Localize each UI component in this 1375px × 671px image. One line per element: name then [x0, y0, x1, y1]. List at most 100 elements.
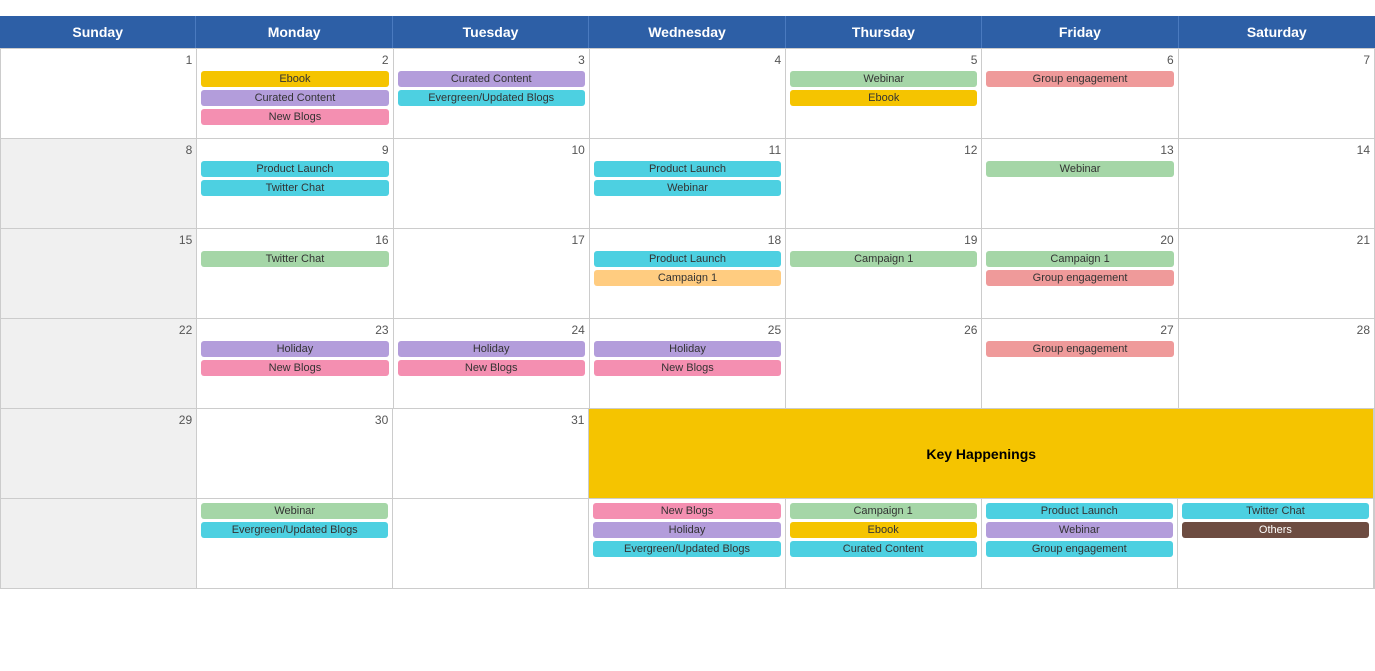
event: Group engagement	[986, 270, 1173, 286]
date-number: 17	[398, 233, 585, 247]
date-number: 13	[986, 143, 1173, 157]
date-number: 14	[1183, 143, 1370, 157]
event: Campaign 1	[986, 251, 1173, 267]
date-number: 19	[790, 233, 977, 247]
cal-cell-w4d4-content: Campaign 1 Ebook Curated Content	[786, 499, 982, 589]
event: New Blogs	[398, 360, 585, 376]
date-number: 4	[594, 53, 781, 67]
date-number: 12	[790, 143, 977, 157]
date-number: 15	[5, 233, 192, 247]
cal-cell-w0d3: 4	[590, 49, 786, 139]
cal-cell-w1d2: 10	[394, 139, 590, 229]
cal-cell-w1d4: 12	[786, 139, 982, 229]
cal-cell-w4d6-content: Twitter Chat Others	[1178, 499, 1374, 589]
day-headers: SundayMondayTuesdayWednesdayThursdayFrid…	[0, 16, 1375, 48]
event: Twitter Chat	[201, 251, 388, 267]
event: Campaign 1	[594, 270, 781, 286]
event: Holiday	[201, 341, 388, 357]
date-number: 5	[790, 53, 977, 67]
cal-cell-w1d6: 14	[1179, 139, 1375, 229]
cal-cell-w2d4: 19 Campaign 1	[786, 229, 982, 319]
event: Ebook	[201, 71, 388, 87]
event-product-launch: Product Launch	[986, 503, 1173, 519]
cal-cell-w2d5: 20Campaign 1Group engagement	[982, 229, 1178, 319]
date-number: 10	[398, 143, 585, 157]
cal-cell-w2d6: 21	[1179, 229, 1375, 319]
event-group-engagement: Group engagement	[986, 541, 1173, 557]
cal-cell-w4d1: 30	[197, 409, 393, 499]
cal-cell-w0d0: 1	[1, 49, 197, 139]
day-header-wednesday: Wednesday	[589, 16, 785, 48]
event-curated: Curated Content	[790, 541, 977, 557]
event-evergreen-updated: Evergreen/Updated Blogs	[593, 541, 780, 557]
event: Campaign 1	[790, 251, 977, 267]
date-number: 22	[5, 323, 192, 337]
cal-cell-w2d0: 15	[1, 229, 197, 319]
date-number: 29	[5, 413, 192, 427]
cal-cell-w4d3-content: New Blogs Holiday Evergreen/Updated Blog…	[589, 499, 785, 589]
date-number: 27	[986, 323, 1173, 337]
event: Product Launch	[201, 161, 388, 177]
cal-cell-w4d5-content: Product Launch Webinar Group engagement	[982, 499, 1178, 589]
event-ebook: Ebook	[790, 522, 977, 538]
event: Holiday	[594, 341, 781, 357]
event: Holiday	[398, 341, 585, 357]
date-number: 1	[5, 53, 192, 67]
cal-cell-w2d1: 16 Twitter Chat	[197, 229, 393, 319]
cal-cell-w3d5: 27 Group engagement	[982, 319, 1178, 409]
event: Curated Content	[398, 71, 585, 87]
cal-cell-w1d3: 11Product LaunchWebinar	[590, 139, 786, 229]
event: Webinar	[986, 161, 1173, 177]
day-header-monday: Monday	[196, 16, 392, 48]
event-campaign1: Campaign 1	[790, 503, 977, 519]
day-header-friday: Friday	[982, 16, 1178, 48]
event: Webinar	[594, 180, 781, 196]
cal-cell-w4d0: 29	[1, 409, 197, 499]
cal-cell-w4d2: 31	[393, 409, 589, 499]
week5-content-row: Webinar Evergreen/Updated Blogs New Blog…	[1, 499, 1374, 589]
event: New Blogs	[594, 360, 781, 376]
event: Curated Content	[201, 90, 388, 106]
event: Ebook	[790, 90, 977, 106]
cal-cell-w2d2: 17	[394, 229, 590, 319]
day-header-thursday: Thursday	[786, 16, 982, 48]
page-title	[0, 0, 1375, 16]
date-number: 7	[1183, 53, 1370, 67]
event: New Blogs	[201, 109, 388, 125]
date-number: 28	[1183, 323, 1370, 337]
cal-cell-w2d3: 18Product LaunchCampaign 1	[590, 229, 786, 319]
event: Evergreen/Updated Blogs	[398, 90, 585, 106]
date-number: 2	[201, 53, 388, 67]
date-number: 3	[398, 53, 585, 67]
cal-cell-w0d5: 6Group engagement	[982, 49, 1178, 139]
date-number: 16	[201, 233, 388, 247]
day-header-saturday: Saturday	[1179, 16, 1375, 48]
cal-cell-w0d2: 3 Curated Content Evergreen/Updated Blogs	[394, 49, 590, 139]
cal-cell-w4d2-content	[393, 499, 589, 589]
event: Group engagement	[986, 341, 1173, 357]
calendar: SundayMondayTuesdayWednesdayThursdayFrid…	[0, 16, 1375, 589]
cal-cell-w4d0-content	[1, 499, 197, 589]
key-happenings-label: Key Happenings	[589, 409, 1374, 499]
day-header-tuesday: Tuesday	[393, 16, 589, 48]
cal-cell-w1d0: 8	[1, 139, 197, 229]
date-number: 25	[594, 323, 781, 337]
cal-cell-w1d5: 13 Webinar	[982, 139, 1178, 229]
event-webinar2: Webinar	[986, 522, 1173, 538]
event: Twitter Chat	[201, 180, 388, 196]
cal-cell-w0d6: 7	[1179, 49, 1375, 139]
date-number: 24	[398, 323, 585, 337]
date-number: 6	[986, 53, 1173, 67]
cal-cell-w4d1-content: Webinar Evergreen/Updated Blogs	[197, 499, 393, 589]
cal-cell-w3d4: 26	[786, 319, 982, 409]
week5-date-row: 29 30 31 Key Happenings	[1, 409, 1374, 499]
date-number: 26	[790, 323, 977, 337]
event-new-blogs: New Blogs	[593, 503, 780, 519]
date-number: 8	[5, 143, 192, 157]
cal-cell-w3d2: 24 Holiday New Blogs	[394, 319, 590, 409]
event-evergreen: Evergreen/Updated Blogs	[201, 522, 388, 538]
date-number: 11	[594, 143, 781, 157]
day-header-sunday: Sunday	[0, 16, 196, 48]
event-webinar: Webinar	[201, 503, 388, 519]
cal-cell-w3d1: 23HolidayNew Blogs	[197, 319, 393, 409]
